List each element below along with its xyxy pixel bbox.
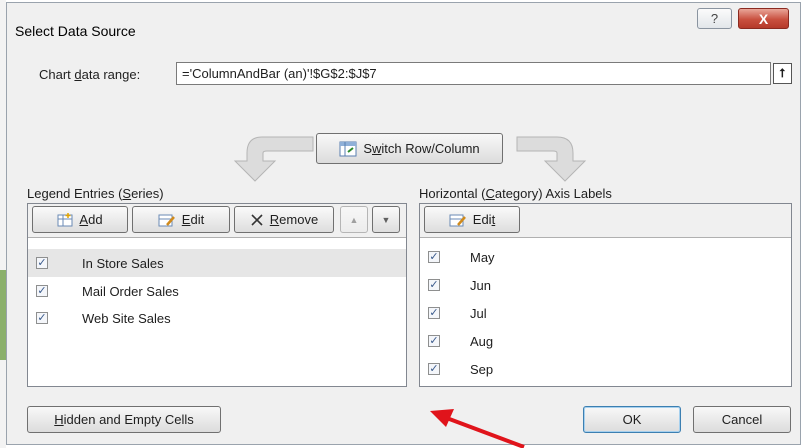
series-label: Web Site Sales bbox=[82, 310, 171, 326]
axis-toolbar: Edit bbox=[420, 204, 791, 238]
category-list-item[interactable]: ✓ Aug bbox=[420, 327, 791, 355]
series-label: In Store Sales bbox=[82, 255, 164, 271]
chart-data-range-input[interactable]: ='ColumnAndBar (an)'!$G$2:$J$7 bbox=[176, 62, 771, 85]
category-checkbox[interactable]: ✓ bbox=[428, 307, 440, 319]
collapse-arrow-icon: ⭡ bbox=[779, 66, 786, 80]
move-down-icon: ▼ bbox=[381, 214, 391, 225]
legend-entries-panel: Add Edit Remove ▲ ▼ ✓ In Store Sales ✓ M… bbox=[27, 203, 407, 387]
close-icon: X bbox=[758, 10, 769, 27]
title-bar: Select Data Source ? X bbox=[7, 3, 800, 43]
chart-data-range-value: ='ColumnAndBar (an)'!$G$2:$J$7 bbox=[182, 66, 377, 81]
move-up-button[interactable]: ▲ bbox=[340, 206, 368, 233]
cancel-button[interactable]: Cancel bbox=[693, 406, 791, 433]
series-checkbox[interactable]: ✓ bbox=[36, 312, 48, 324]
category-checkbox[interactable]: ✓ bbox=[428, 335, 440, 347]
edit-series-button[interactable]: Edit bbox=[132, 206, 230, 233]
category-checkbox[interactable]: ✓ bbox=[428, 279, 440, 291]
category-list-item[interactable]: ✓ Jul bbox=[420, 299, 791, 327]
hidden-and-empty-cells-label: Hidden and Empty Cells bbox=[54, 412, 194, 427]
series-label: Mail Order Sales bbox=[82, 283, 179, 299]
series-checkbox[interactable]: ✓ bbox=[36, 257, 48, 269]
dialog-title: Select Data Source bbox=[15, 23, 136, 39]
remove-x-icon bbox=[251, 213, 263, 226]
category-label: May bbox=[470, 249, 495, 265]
category-list-item[interactable]: ✓ May bbox=[420, 243, 791, 271]
category-label: Jul bbox=[470, 305, 487, 321]
chart-data-range-label: Chart data range: bbox=[39, 67, 141, 82]
category-list-item[interactable]: ✓ Sep bbox=[420, 355, 791, 383]
edit-table-icon bbox=[449, 214, 466, 226]
series-list-item[interactable]: ✓ Mail Order Sales bbox=[28, 277, 406, 305]
series-checkbox[interactable]: ✓ bbox=[36, 285, 48, 297]
cancel-label: Cancel bbox=[721, 412, 763, 427]
ok-label: OK bbox=[622, 412, 642, 427]
category-label: Jun bbox=[470, 277, 491, 293]
axis-labels-panel: Edit ✓ May ✓ Jun ✓ Jul ✓ Aug ✓ Sep bbox=[419, 203, 792, 387]
series-list-item[interactable]: ✓ In Store Sales bbox=[28, 249, 406, 277]
add-series-label: Add bbox=[79, 212, 103, 227]
select-data-source-dialog: Select Data Source ? X Chart data range:… bbox=[6, 2, 801, 445]
edit-axis-labels-label: Edit bbox=[472, 212, 496, 227]
annotation-arrow-icon bbox=[430, 409, 525, 448]
ok-button[interactable]: OK bbox=[583, 406, 681, 433]
legend-toolbar: Add Edit Remove ▲ ▼ bbox=[28, 204, 406, 238]
category-checkbox[interactable]: ✓ bbox=[428, 251, 440, 263]
remove-series-button[interactable]: Remove bbox=[234, 206, 334, 233]
axis-labels-heading: Horizontal (Category) Axis Labels bbox=[419, 186, 612, 201]
help-icon: ? bbox=[710, 11, 719, 26]
add-table-icon bbox=[57, 212, 73, 226]
move-down-button[interactable]: ▼ bbox=[372, 206, 400, 233]
legend-entries-heading: Legend Entries (Series) bbox=[27, 186, 164, 201]
add-series-button[interactable]: Add bbox=[32, 206, 128, 233]
category-label: Sep bbox=[470, 361, 494, 377]
edit-axis-labels-button[interactable]: Edit bbox=[424, 206, 520, 233]
edit-series-label: Edit bbox=[181, 212, 205, 227]
switch-row-column-icon bbox=[339, 141, 357, 156]
move-up-icon: ▲ bbox=[349, 214, 359, 225]
hidden-and-empty-cells-button[interactable]: Hidden and Empty Cells bbox=[27, 406, 221, 433]
collapse-dialog-button[interactable]: ⭡ bbox=[773, 63, 792, 84]
category-checkbox[interactable]: ✓ bbox=[428, 363, 440, 375]
category-label: Aug bbox=[470, 333, 494, 349]
series-list-item[interactable]: ✓ Web Site Sales bbox=[28, 304, 406, 332]
switch-row-column-button[interactable]: Switch Row/Column bbox=[316, 133, 503, 164]
close-button[interactable]: X bbox=[738, 8, 789, 29]
help-button[interactable]: ? bbox=[697, 8, 732, 29]
switch-row-column-label: Switch Row/Column bbox=[363, 141, 480, 156]
edit-table-icon bbox=[158, 214, 175, 226]
category-list-item[interactable]: ✓ Jun bbox=[420, 271, 791, 299]
remove-series-label: Remove bbox=[269, 212, 319, 227]
